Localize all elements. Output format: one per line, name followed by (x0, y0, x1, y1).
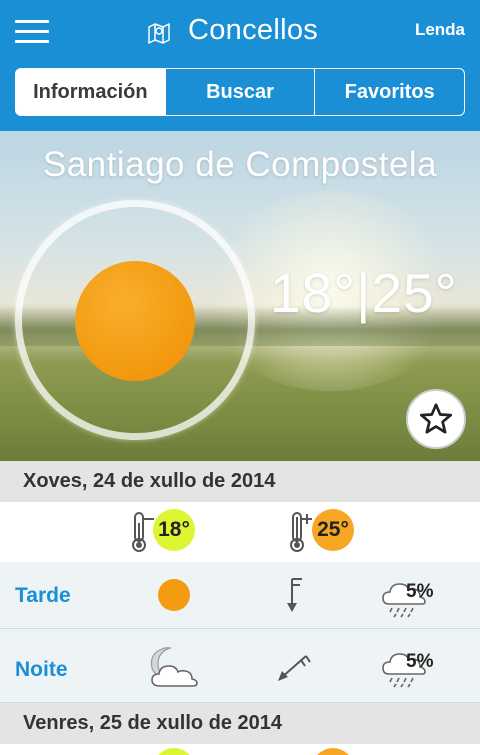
page-title: Concellos (188, 14, 319, 46)
period-label: Noite (15, 658, 68, 681)
temp-separator: | (356, 262, 372, 324)
moon-cloud-icon (150, 647, 198, 687)
favorite-button[interactable] (406, 389, 466, 449)
rain-probability: 5% (406, 651, 434, 672)
legend-button[interactable]: Lenda (415, 20, 465, 40)
rain-probability: 5% (406, 581, 434, 602)
day-temperature-row (0, 744, 480, 755)
star-outline-icon (419, 403, 453, 434)
temp-min: 18° (270, 262, 357, 324)
day-temperature-row: 18° 25° (0, 502, 480, 562)
period-label: Tarde (15, 584, 71, 607)
map-icon (148, 23, 170, 44)
forecast-row-noite: Noite 5% (0, 630, 480, 703)
app-header: Concellos Lenda Información Buscar Favor… (0, 0, 480, 131)
day-header: Xoves, 24 de xullo de 2014 (0, 461, 480, 502)
temperature-range: 18°|25° (270, 261, 458, 325)
max-temp-badge (312, 748, 354, 755)
sun-icon (158, 579, 190, 611)
menu-icon[interactable] (15, 20, 49, 44)
min-temp-badge (153, 748, 195, 755)
forecast-row-tarde: Tarde 5% (0, 562, 480, 629)
wind-arrow-southwest-icon (278, 655, 311, 681)
wind-arrow-south-icon (287, 578, 302, 612)
temp-max: 25° (371, 262, 458, 324)
tab-bar: Información Buscar Favoritos (15, 68, 465, 116)
sun-icon (75, 261, 195, 381)
tab-informacion[interactable]: Información (16, 69, 166, 115)
max-temp-badge: 25° (312, 509, 354, 551)
city-name: Santiago de Compostela (42, 145, 438, 184)
min-temp-badge: 18° (153, 509, 195, 551)
day-header: Venres, 25 de xullo de 2014 (0, 703, 480, 744)
weather-hero: Santiago de Compostela 18°|25° (0, 131, 480, 461)
tab-favoritos[interactable]: Favoritos (315, 69, 464, 115)
tab-buscar[interactable]: Buscar (166, 69, 316, 115)
